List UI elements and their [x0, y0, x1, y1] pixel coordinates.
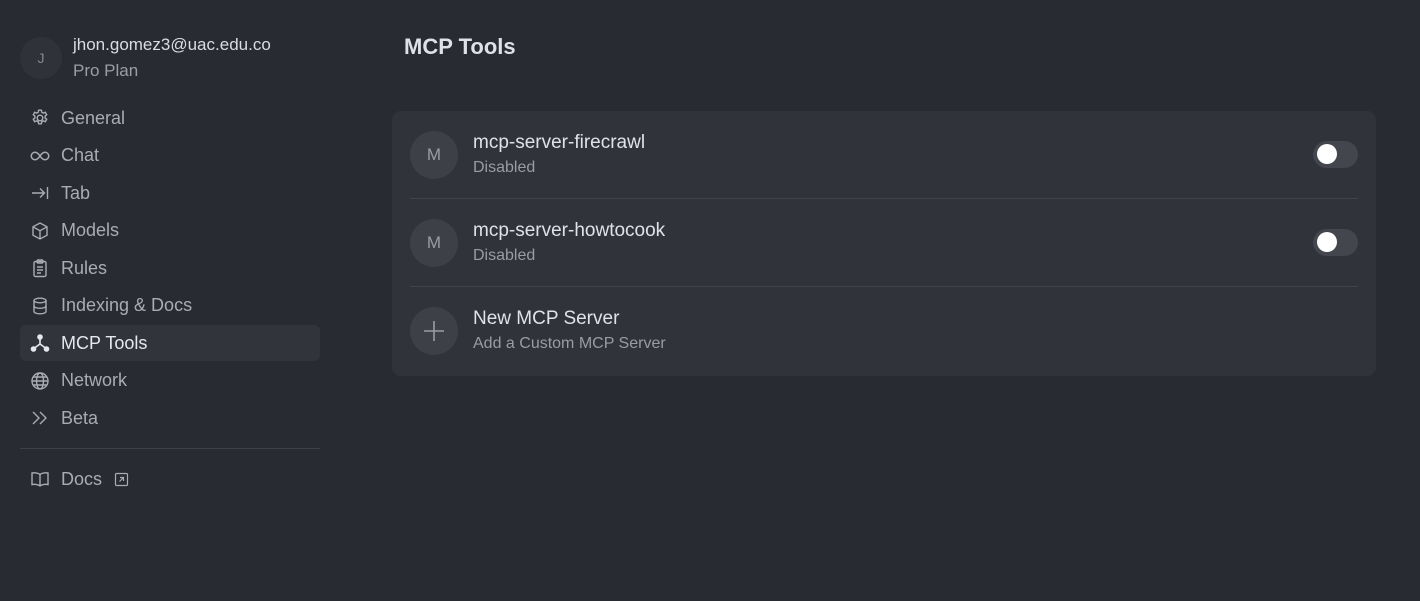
new-server-subtitle: Add a Custom MCP Server	[473, 334, 666, 352]
server-info: mcp-server-howtocook Disabled	[473, 218, 665, 268]
sidebar-item-indexing-docs[interactable]: Indexing & Docs	[20, 288, 320, 324]
sidebar: J jhon.gomez3@uac.edu.co Pro Plan Genera…	[20, 30, 320, 499]
external-link-icon	[114, 472, 129, 486]
page-title: MCP Tools	[404, 34, 516, 59]
sidebar-item-label: MCP Tools	[61, 332, 148, 353]
sidebar-item-label: Indexing & Docs	[61, 295, 193, 315]
double-chevron-icon	[30, 408, 50, 428]
sidebar-item-label: Beta	[61, 407, 99, 428]
new-server-title: New MCP Server	[473, 307, 620, 329]
toggle-knob	[1317, 144, 1337, 164]
server-row[interactable]: M mcp-server-howtocook Disabled	[410, 199, 1358, 286]
sidebar-item-tab[interactable]: Tab	[20, 175, 320, 211]
server-name: mcp-server-firecrawl	[473, 131, 646, 153]
sidebar-item-rules[interactable]: Rules	[20, 250, 320, 286]
server-name: mcp-server-howtocook	[473, 219, 666, 241]
server-row[interactable]: M mcp-server-firecrawl Disabled	[410, 111, 1358, 198]
server-avatar: M	[410, 218, 458, 267]
server-avatar: M	[410, 130, 458, 179]
profile-text: jhon.gomez3@uac.edu.co Pro Plan	[73, 32, 271, 84]
sidebar-item-label: Docs	[61, 468, 103, 489]
book-icon	[30, 469, 50, 489]
new-mcp-server-button[interactable]: New MCP Server Add a Custom MCP Server	[410, 287, 1358, 374]
toggle-knob	[1317, 232, 1337, 252]
sidebar-item-docs[interactable]: Docs	[20, 461, 320, 497]
sidebar-item-models[interactable]: Models	[20, 213, 320, 249]
sidebar-item-network[interactable]: Network	[20, 363, 320, 399]
sidebar-item-label: Chat	[61, 145, 100, 165]
plus-icon	[410, 306, 458, 355]
server-info: mcp-server-firecrawl Disabled	[473, 130, 645, 180]
gear-icon	[30, 108, 50, 128]
server-enable-toggle[interactable]	[1313, 140, 1358, 168]
user-plan: Pro Plan	[73, 61, 139, 80]
sidebar-nav: General Chat Tab Models Rules Indexing &…	[20, 100, 320, 497]
sidebar-item-chat[interactable]: Chat	[20, 138, 320, 174]
sidebar-item-label: Network	[61, 370, 128, 390]
sidebar-item-general[interactable]: General	[20, 100, 320, 136]
sidebar-item-label: Models	[61, 220, 120, 240]
sidebar-item-mcp-tools[interactable]: MCP Tools	[20, 325, 320, 361]
nodes-icon	[30, 333, 50, 353]
database-icon	[30, 296, 50, 316]
user-profile: J jhon.gomez3@uac.edu.co Pro Plan	[20, 30, 320, 86]
sidebar-item-label: General	[61, 107, 126, 128]
sidebar-divider	[20, 448, 320, 449]
server-status: Disabled	[473, 246, 536, 264]
globe-icon	[30, 371, 50, 391]
server-status: Disabled	[473, 158, 536, 176]
tab-arrow-icon	[30, 183, 50, 203]
settings-window: J jhon.gomez3@uac.edu.co Pro Plan Genera…	[0, 0, 1420, 601]
server-enable-toggle[interactable]	[1313, 228, 1358, 256]
new-server-info: New MCP Server Add a Custom MCP Server	[473, 306, 666, 356]
sidebar-item-beta[interactable]: Beta	[20, 400, 320, 436]
avatar: J	[20, 37, 62, 79]
mcp-servers-panel: M mcp-server-firecrawl Disabled M mcp-se…	[392, 111, 1376, 376]
sidebar-item-label: Tab	[61, 182, 91, 203]
clipboard-icon	[30, 258, 50, 278]
infinity-icon	[30, 146, 50, 166]
sidebar-item-label: Rules	[61, 257, 108, 278]
cube-icon	[30, 221, 50, 241]
user-email: jhon.gomez3@uac.edu.co	[73, 35, 271, 54]
